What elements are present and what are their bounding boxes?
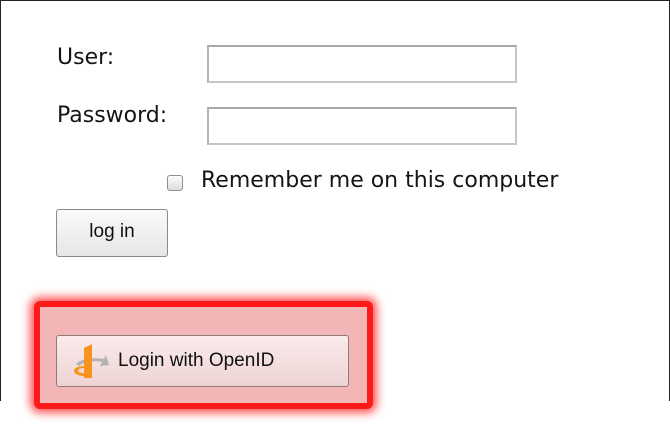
user-label: User: xyxy=(57,45,115,70)
remember-me-label[interactable]: Remember me on this computer xyxy=(201,169,558,193)
openid-icon xyxy=(70,344,110,378)
remember-me-row: Remember me on this computer xyxy=(167,166,558,196)
login-panel: User: Password: Remember me on this comp… xyxy=(0,0,670,409)
remember-me-checkbox[interactable] xyxy=(167,174,183,191)
openid-login-button[interactable]: Login with OpenID xyxy=(56,335,349,387)
login-button[interactable]: log in xyxy=(56,209,168,257)
openid-button-label: Login with OpenID xyxy=(118,350,275,371)
login-button-label: log in xyxy=(89,221,135,242)
password-input[interactable] xyxy=(207,107,517,145)
password-label: Password: xyxy=(57,103,168,128)
user-input[interactable] xyxy=(207,45,517,83)
